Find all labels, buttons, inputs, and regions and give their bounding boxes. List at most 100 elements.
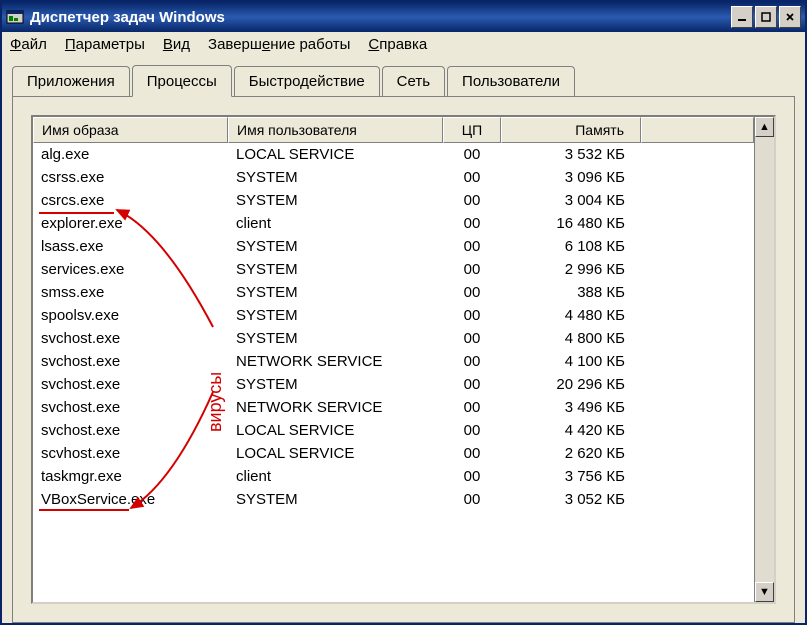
table-row[interactable]: svchost.exeNETWORK SERVICE003 496 КБ bbox=[33, 396, 754, 419]
cell-memory: 388 КБ bbox=[501, 283, 641, 302]
cell-cpu: 00 bbox=[443, 260, 501, 279]
tab-applications[interactable]: Приложения bbox=[12, 66, 130, 98]
cell-user-name: LOCAL SERVICE bbox=[228, 421, 443, 440]
table-row[interactable]: VBoxService.exeSYSTEM003 052 КБ bbox=[33, 488, 754, 511]
window-title: Диспетчер задач Windows bbox=[30, 9, 731, 26]
table-row[interactable]: svchost.exeLOCAL SERVICE004 420 КБ bbox=[33, 419, 754, 442]
cell-memory: 6 108 КБ bbox=[501, 237, 641, 256]
cell-image-name: svchost.exe bbox=[33, 329, 228, 348]
column-header-spacer bbox=[641, 117, 754, 143]
cell-image-name: svchost.exe bbox=[33, 398, 228, 417]
cell-image-name: smss.exe bbox=[33, 283, 228, 302]
window-controls bbox=[731, 6, 801, 28]
column-header-memory[interactable]: Память bbox=[501, 117, 641, 143]
cell-memory: 20 296 КБ bbox=[501, 375, 641, 394]
cell-user-name: SYSTEM bbox=[228, 191, 443, 210]
cell-memory: 2 996 КБ bbox=[501, 260, 641, 279]
table-row[interactable]: csrss.exeSYSTEM003 096 КБ bbox=[33, 166, 754, 189]
cell-memory: 3 096 КБ bbox=[501, 168, 641, 187]
cell-memory: 4 480 КБ bbox=[501, 306, 641, 325]
cell-image-name: svchost.exe bbox=[33, 375, 228, 394]
cell-user-name: client bbox=[228, 214, 443, 233]
tab-networking[interactable]: Сеть bbox=[382, 66, 445, 98]
cell-cpu: 00 bbox=[443, 329, 501, 348]
table-row[interactable]: csrcs.exeSYSTEM003 004 КБ bbox=[33, 189, 754, 212]
cell-image-name: alg.exe bbox=[33, 145, 228, 164]
scroll-track[interactable] bbox=[755, 137, 774, 582]
table-row[interactable]: spoolsv.exeSYSTEM004 480 КБ bbox=[33, 304, 754, 327]
cell-user-name: SYSTEM bbox=[228, 490, 443, 509]
table-row[interactable]: lsass.exeSYSTEM006 108 КБ bbox=[33, 235, 754, 258]
cell-image-name: services.exe bbox=[33, 260, 228, 279]
cell-user-name: SYSTEM bbox=[228, 283, 443, 302]
table-row[interactable]: svchost.exeNETWORK SERVICE004 100 КБ bbox=[33, 350, 754, 373]
column-header-user-name[interactable]: Имя пользователя bbox=[228, 117, 443, 143]
list-body: alg.exeLOCAL SERVICE003 532 КБcsrss.exeS… bbox=[33, 143, 754, 511]
tab-performance[interactable]: Быстродействие bbox=[234, 66, 380, 98]
app-icon bbox=[6, 8, 24, 26]
cell-memory: 4 100 КБ bbox=[501, 352, 641, 371]
menu-shutdown[interactable]: Завершение работыЗавершение работы bbox=[208, 36, 350, 53]
cell-memory: 3 496 КБ bbox=[501, 398, 641, 417]
cell-cpu: 00 bbox=[443, 467, 501, 486]
cell-memory: 16 480 КБ bbox=[501, 214, 641, 233]
vertical-scrollbar[interactable]: ▲ ▼ bbox=[754, 117, 774, 602]
table-row[interactable]: smss.exeSYSTEM00388 КБ bbox=[33, 281, 754, 304]
scroll-down-button[interactable]: ▼ bbox=[755, 582, 774, 602]
tabs: Приложения Процессы Быстродействие Сеть … bbox=[12, 65, 795, 97]
maximize-button[interactable] bbox=[755, 6, 777, 28]
tab-users[interactable]: Пользователи bbox=[447, 66, 575, 98]
cell-memory: 3 004 КБ bbox=[501, 191, 641, 210]
cell-memory: 3 532 КБ bbox=[501, 145, 641, 164]
menu-view[interactable]: ВидВид bbox=[163, 36, 190, 53]
task-manager-window: Диспетчер задач Windows ФФайлайл Парамет… bbox=[0, 0, 807, 625]
cell-image-name: taskmgr.exe bbox=[33, 467, 228, 486]
cell-cpu: 00 bbox=[443, 237, 501, 256]
table-row[interactable]: scvhost.exeLOCAL SERVICE002 620 КБ bbox=[33, 442, 754, 465]
table-row[interactable]: svchost.exeSYSTEM004 800 КБ bbox=[33, 327, 754, 350]
table-row[interactable]: services.exeSYSTEM002 996 КБ bbox=[33, 258, 754, 281]
menu-options[interactable]: ПараметрыПараметры bbox=[65, 36, 145, 53]
cell-memory: 3 756 КБ bbox=[501, 467, 641, 486]
cell-cpu: 00 bbox=[443, 306, 501, 325]
close-button[interactable] bbox=[779, 6, 801, 28]
cell-memory: 3 052 КБ bbox=[501, 490, 641, 509]
cell-cpu: 00 bbox=[443, 421, 501, 440]
cell-image-name: csrss.exe bbox=[33, 168, 228, 187]
cell-image-name: svchost.exe bbox=[33, 421, 228, 440]
cell-cpu: 00 bbox=[443, 490, 501, 509]
cell-image-name: spoolsv.exe bbox=[33, 306, 228, 325]
cell-user-name: NETWORK SERVICE bbox=[228, 352, 443, 371]
menu-help[interactable]: СправкаСправка bbox=[368, 36, 427, 53]
cell-image-name: csrcs.exe bbox=[33, 191, 228, 210]
table-row[interactable]: alg.exeLOCAL SERVICE003 532 КБ bbox=[33, 143, 754, 166]
cell-image-name: scvhost.exe bbox=[33, 444, 228, 463]
table-row[interactable]: explorer.execlient0016 480 КБ bbox=[33, 212, 754, 235]
cell-user-name: SYSTEM bbox=[228, 329, 443, 348]
cell-cpu: 00 bbox=[443, 145, 501, 164]
cell-memory: 2 620 КБ bbox=[501, 444, 641, 463]
cell-cpu: 00 bbox=[443, 444, 501, 463]
tab-processes[interactable]: Процессы bbox=[132, 65, 232, 97]
cell-user-name: SYSTEM bbox=[228, 237, 443, 256]
cell-cpu: 00 bbox=[443, 352, 501, 371]
process-listview: Имя образа Имя пользователя ЦП Память al… bbox=[31, 115, 776, 604]
scroll-up-button[interactable]: ▲ bbox=[755, 117, 774, 137]
cell-user-name: client bbox=[228, 467, 443, 486]
cell-image-name: explorer.exe bbox=[33, 214, 228, 233]
cell-cpu: 00 bbox=[443, 283, 501, 302]
table-row[interactable]: svchost.exeSYSTEM0020 296 КБ bbox=[33, 373, 754, 396]
menu-file[interactable]: ФФайлайл bbox=[10, 36, 47, 53]
cell-image-name: VBoxService.exe bbox=[33, 490, 228, 509]
table-row[interactable]: taskmgr.execlient003 756 КБ bbox=[33, 465, 754, 488]
list-header: Имя образа Имя пользователя ЦП Память bbox=[33, 117, 754, 143]
column-header-cpu[interactable]: ЦП bbox=[443, 117, 501, 143]
column-header-image-name[interactable]: Имя образа bbox=[33, 117, 228, 143]
cell-user-name: SYSTEM bbox=[228, 260, 443, 279]
cell-cpu: 00 bbox=[443, 375, 501, 394]
cell-user-name: NETWORK SERVICE bbox=[228, 398, 443, 417]
cell-image-name: svchost.exe bbox=[33, 352, 228, 371]
cell-memory: 4 800 КБ bbox=[501, 329, 641, 348]
titlebar[interactable]: Диспетчер задач Windows bbox=[2, 2, 805, 32]
minimize-button[interactable] bbox=[731, 6, 753, 28]
